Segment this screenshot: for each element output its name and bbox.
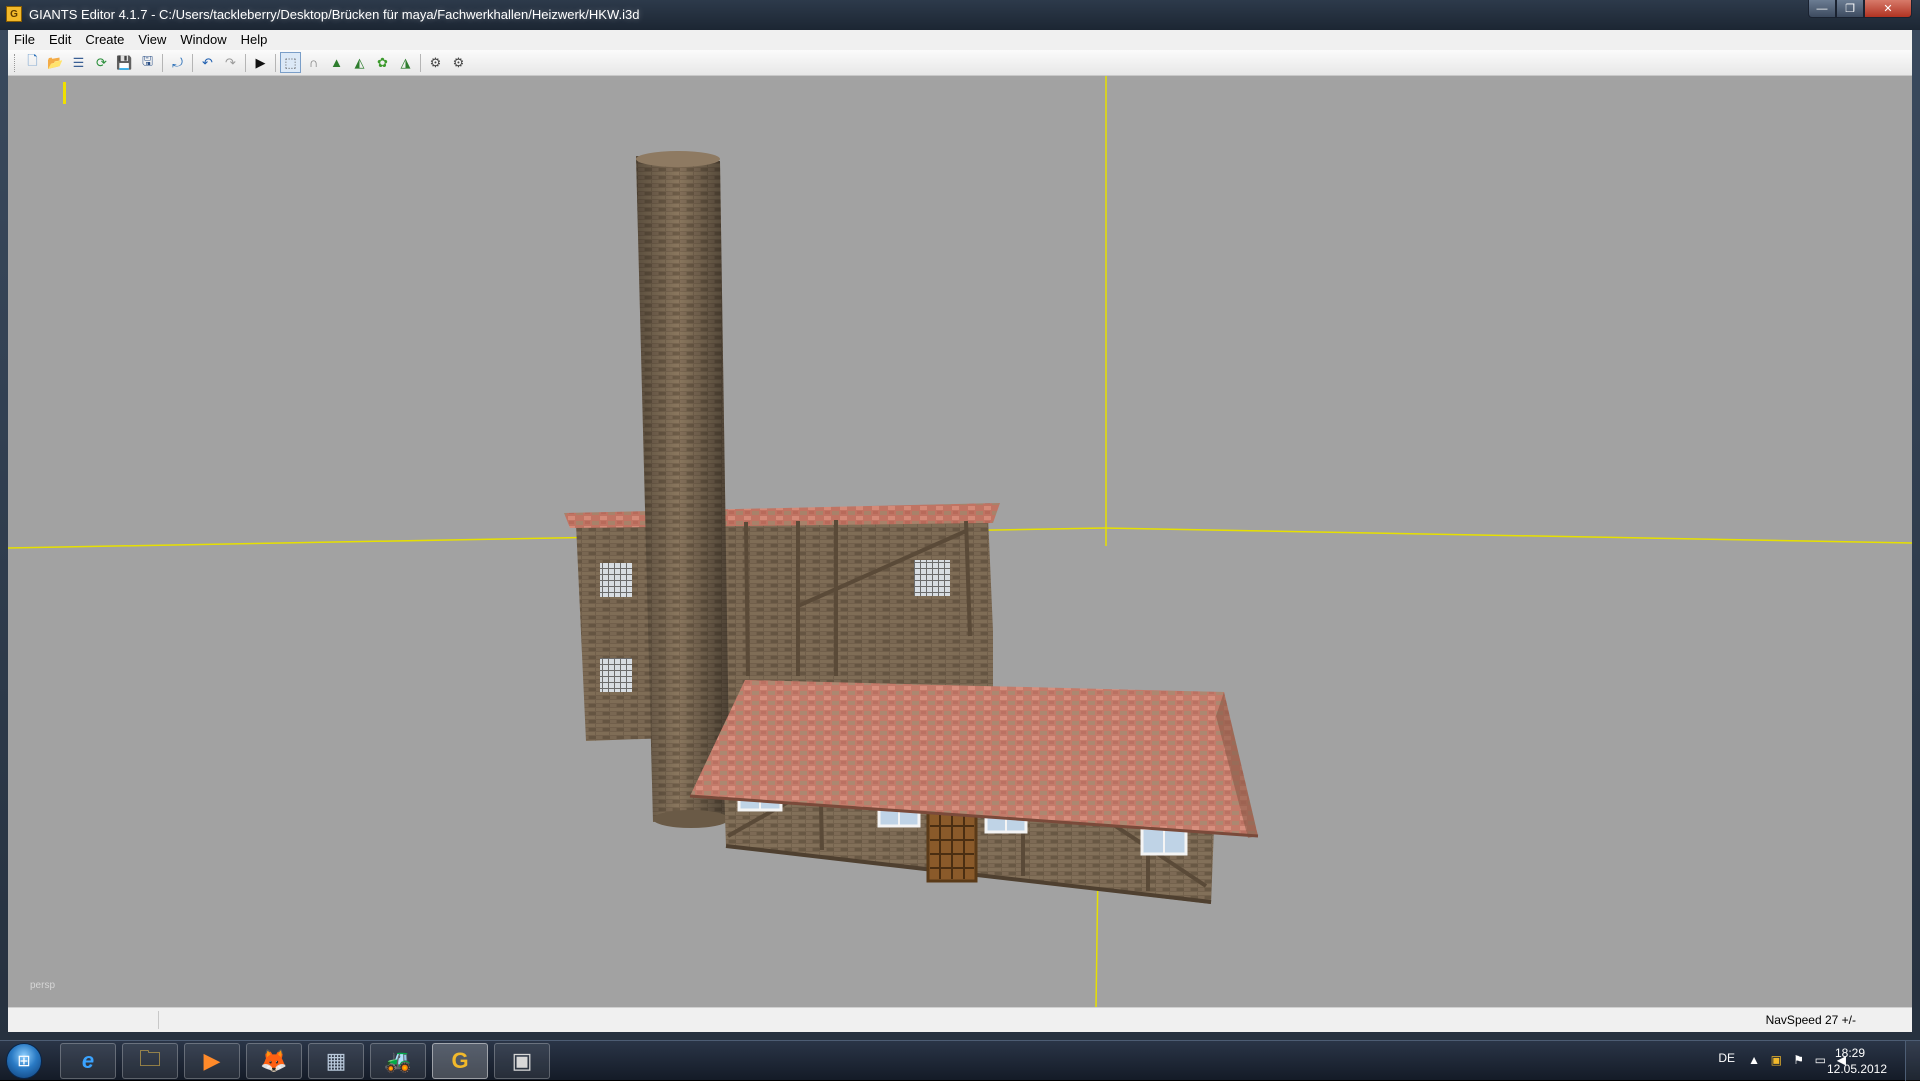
paint-icon[interactable]: ∩ bbox=[303, 52, 324, 73]
internet-explorer-icon[interactable]: e bbox=[60, 1043, 116, 1079]
explorer-icon[interactable]: 🗀 bbox=[122, 1043, 178, 1079]
media-player-icon[interactable]: ▶ bbox=[184, 1043, 240, 1079]
menu-create[interactable]: Create bbox=[79, 30, 132, 50]
settings-advanced-icon[interactable]: ⚙ bbox=[448, 52, 469, 73]
scene-render bbox=[8, 76, 1912, 1007]
clock-time[interactable]: 18:29 bbox=[1820, 1046, 1880, 1060]
select-icon[interactable]: ⬚ bbox=[280, 52, 301, 73]
terrain-paint-icon[interactable]: ◮ bbox=[395, 52, 416, 73]
calculator-icon[interactable]: ▦ bbox=[308, 1043, 364, 1079]
maximize-button[interactable]: ❐ bbox=[1836, 0, 1864, 18]
list-icon[interactable]: ☰ bbox=[68, 52, 89, 73]
toolbar-separator bbox=[162, 53, 163, 72]
menu-file[interactable]: File bbox=[8, 30, 43, 50]
show-desktop-button[interactable] bbox=[1905, 1041, 1920, 1081]
toolbar-separator bbox=[245, 53, 246, 72]
language-indicator[interactable]: DE bbox=[1718, 1051, 1735, 1065]
status-cell bbox=[8, 1011, 159, 1029]
client-area: File Edit Create View Window Help 🗋 📂 ☰ … bbox=[8, 30, 1912, 1032]
camera-label: persp bbox=[30, 980, 56, 991]
system-tray: DE ▲ ▣ ⚑ ▭ ◀ 18:29 12.05.2012 bbox=[1680, 1041, 1920, 1081]
action-center-flag-icon[interactable]: ⚑ bbox=[1793, 1053, 1804, 1067]
new-scene-icon[interactable]: 🗋 bbox=[22, 52, 43, 73]
toolbar-separator bbox=[192, 53, 193, 72]
firefox-icon[interactable]: 🦊 bbox=[246, 1043, 302, 1079]
toolbar-separator bbox=[420, 53, 421, 72]
status-bar: NavSpeed 27 +/- bbox=[8, 1007, 1912, 1032]
cursor-marker bbox=[63, 82, 66, 104]
open-icon[interactable]: 📂 bbox=[45, 52, 66, 73]
taskbar: ⊞ e 🗀 ▶ 🦊 ▦ 🚜 G ▣ DE ▲ ▣ ⚑ ▭ ◀ 18:29 12.… bbox=[0, 1040, 1920, 1081]
editor-window: G GIANTS Editor 4.1.7 - C:/Users/tackleb… bbox=[0, 0, 1920, 1040]
menu-help[interactable]: Help bbox=[235, 30, 276, 50]
giants-tray-icon[interactable]: ▣ bbox=[1771, 1053, 1782, 1067]
window-title: GIANTS Editor 4.1.7 - C:/Users/tackleber… bbox=[29, 7, 640, 22]
menu-window[interactable]: Window bbox=[174, 30, 234, 50]
app-icon: G bbox=[6, 6, 22, 22]
tractor-icon[interactable]: 🚜 bbox=[370, 1043, 426, 1079]
minimize-button[interactable]: — bbox=[1808, 0, 1836, 18]
menu-bar: File Edit Create View Window Help bbox=[8, 30, 1912, 50]
clock-date[interactable]: 12.05.2012 bbox=[1820, 1062, 1894, 1076]
redo-icon[interactable]: ↷ bbox=[220, 52, 241, 73]
caption-buttons: — ❐ ✕ bbox=[1808, 0, 1912, 20]
title-bar[interactable]: G GIANTS Editor 4.1.7 - C:/Users/tackleb… bbox=[0, 0, 1920, 30]
undo-icon[interactable]: ↶ bbox=[197, 52, 218, 73]
3d-viewport[interactable]: persp bbox=[8, 76, 1912, 1007]
show-hidden-icons-icon[interactable]: ▲ bbox=[1748, 1053, 1760, 1067]
game-window-icon[interactable]: ▣ bbox=[494, 1043, 550, 1079]
close-button[interactable]: ✕ bbox=[1864, 0, 1912, 18]
menu-edit[interactable]: Edit bbox=[43, 30, 79, 50]
toolbar: 🗋 📂 ☰ ⟳ 💾 🖫 ⤾ ↶ ↷ ▶ ⬚ ∩ ▲ ◭ ✿ ◮ ⚙ ⚙ bbox=[8, 50, 1912, 76]
settings-icon[interactable]: ⚙ bbox=[425, 52, 446, 73]
terrain-sculpt-icon[interactable]: ◭ bbox=[349, 52, 370, 73]
toolbar-separator bbox=[275, 53, 276, 72]
menu-view[interactable]: View bbox=[132, 30, 174, 50]
play-icon[interactable]: ▶ bbox=[250, 52, 271, 73]
navspeed-indicator: NavSpeed 27 +/- bbox=[1765, 1013, 1856, 1027]
refresh-icon[interactable]: ⟳ bbox=[91, 52, 112, 73]
rotate-icon[interactable]: ⤾ bbox=[167, 52, 188, 73]
terrain-icon[interactable]: ▲ bbox=[326, 52, 347, 73]
x-axis-line-right bbox=[1103, 527, 1912, 544]
start-button[interactable]: ⊞ bbox=[6, 1043, 42, 1079]
foliage-icon[interactable]: ✿ bbox=[372, 52, 393, 73]
toolbar-grip[interactable] bbox=[14, 53, 18, 72]
save-icon[interactable]: 💾 bbox=[114, 52, 135, 73]
giants-editor-icon[interactable]: G bbox=[432, 1043, 488, 1079]
save-all-icon[interactable]: 🖫 bbox=[137, 52, 158, 73]
